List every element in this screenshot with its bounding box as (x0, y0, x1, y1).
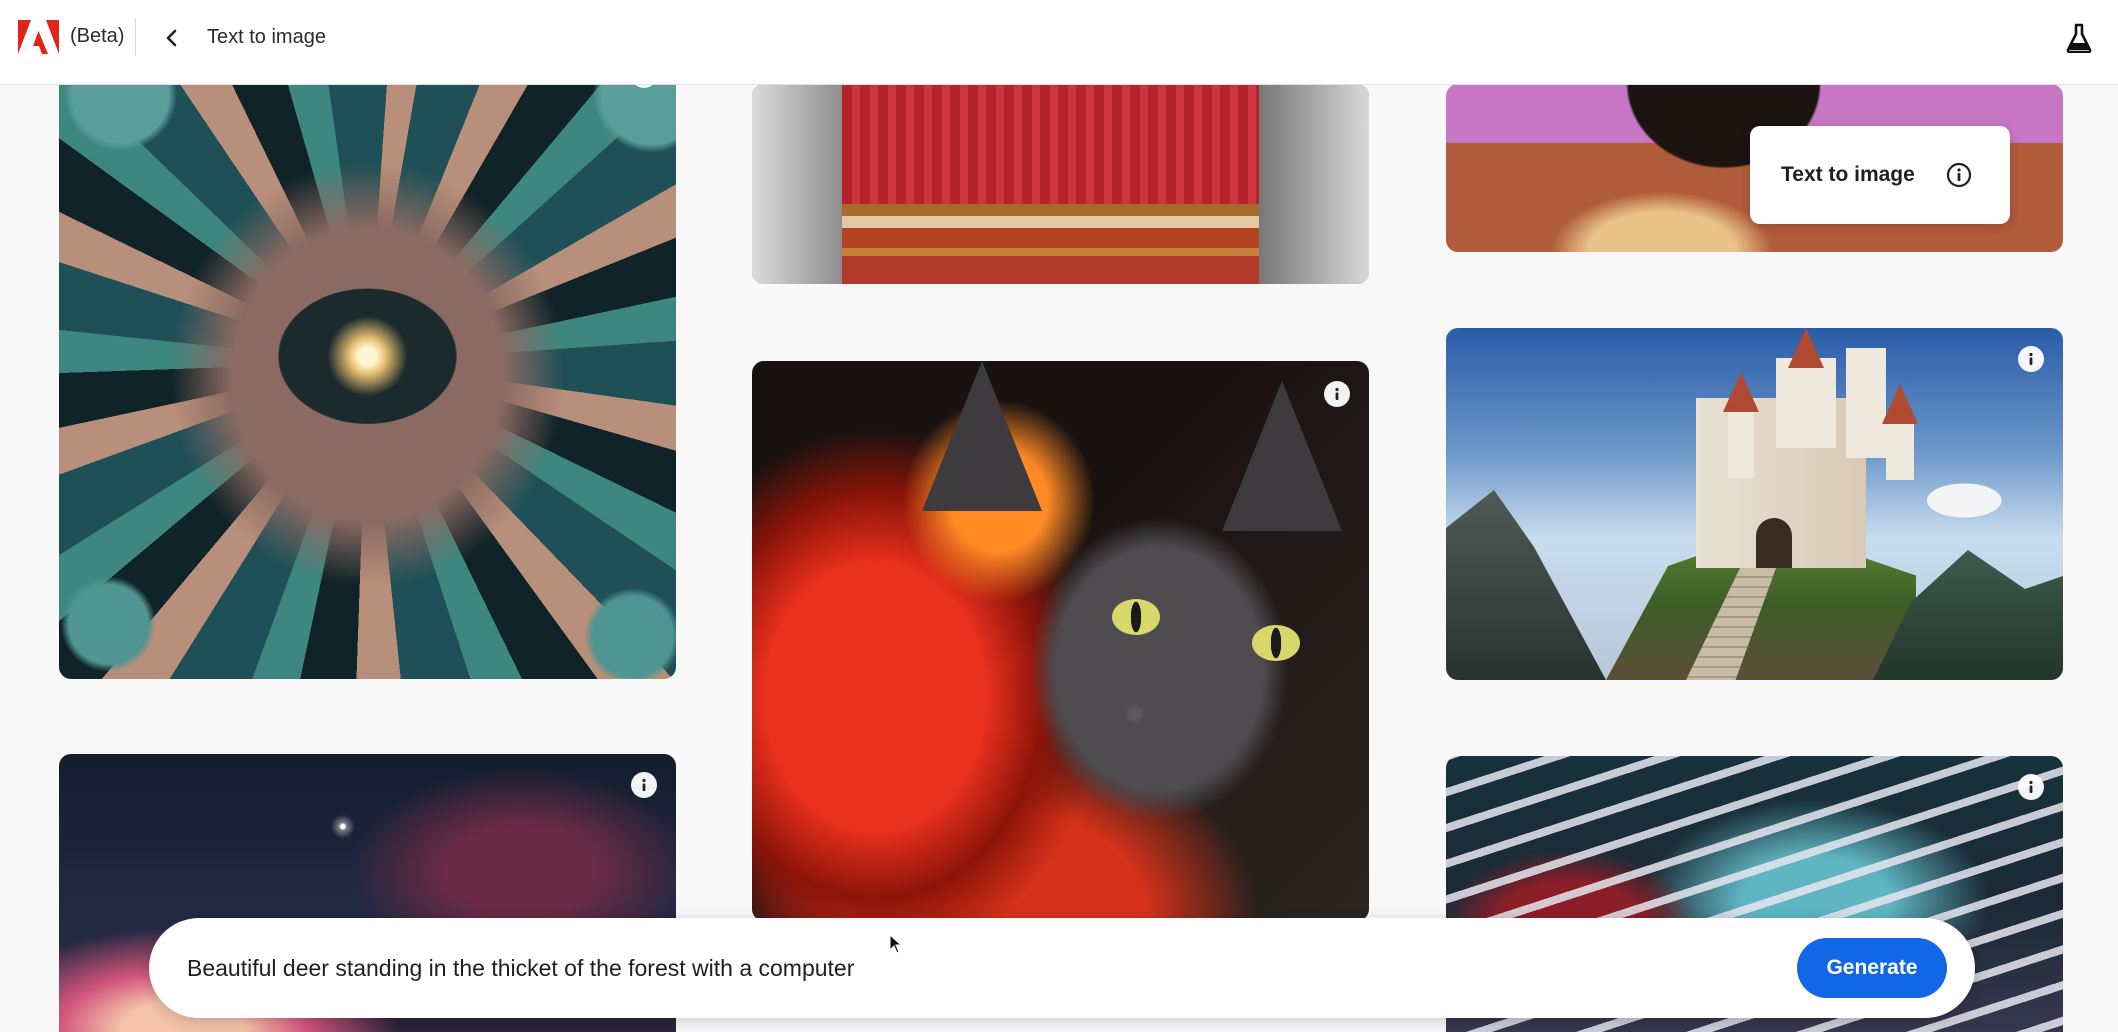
castle-tower (1728, 408, 1754, 478)
tooltip-label: Text to image (1781, 163, 1915, 186)
info-icon (642, 778, 646, 791)
cliff (1446, 490, 1606, 680)
info-icon[interactable] (1946, 162, 1972, 188)
cat-eye (1252, 625, 1300, 661)
prompt-input[interactable] (187, 946, 1687, 990)
chevron-left-icon (166, 29, 177, 47)
info-button[interactable] (2018, 346, 2044, 372)
mouse-cursor-icon (889, 934, 903, 954)
castle-roof (1882, 384, 1918, 424)
gallery-image-sweater[interactable] (752, 84, 1369, 284)
castle-tower (1886, 420, 1914, 480)
castle-roof (1723, 372, 1759, 412)
castle-door (1756, 518, 1792, 568)
castle-tower (1846, 348, 1886, 458)
adobe-logo[interactable] (18, 20, 59, 54)
top-bar: (Beta) Text to image (0, 0, 2118, 85)
image-background (1259, 84, 1369, 284)
header-divider (135, 18, 136, 56)
page-title: Text to image (207, 26, 326, 48)
gallery-image-fractal[interactable] (59, 70, 676, 679)
labs-button[interactable] (2062, 20, 2096, 56)
text-to-image-tooltip[interactable]: Text to image (1750, 126, 2010, 224)
info-button[interactable] (631, 772, 657, 798)
info-icon (2029, 352, 2033, 365)
gallery-image-castle[interactable] (1446, 328, 2063, 680)
gallery-image-fire-cat[interactable] (752, 361, 1369, 921)
beaker-icon (2066, 23, 2092, 53)
prompt-bar: Generate (149, 918, 1975, 1018)
cat-eye (1112, 599, 1160, 635)
info-button[interactable] (2018, 774, 2044, 800)
info-icon (2029, 780, 2033, 793)
back-button[interactable] (158, 22, 186, 54)
castle-roof (1788, 328, 1824, 368)
image-background (752, 84, 842, 284)
cat-ear (1222, 381, 1342, 531)
beta-label: (Beta) (70, 25, 125, 47)
info-button[interactable] (1324, 381, 1350, 407)
castle-tower (1776, 358, 1836, 448)
cat-ear (922, 361, 1042, 511)
generate-button[interactable]: Generate (1797, 938, 1947, 998)
info-icon (1335, 387, 1339, 400)
